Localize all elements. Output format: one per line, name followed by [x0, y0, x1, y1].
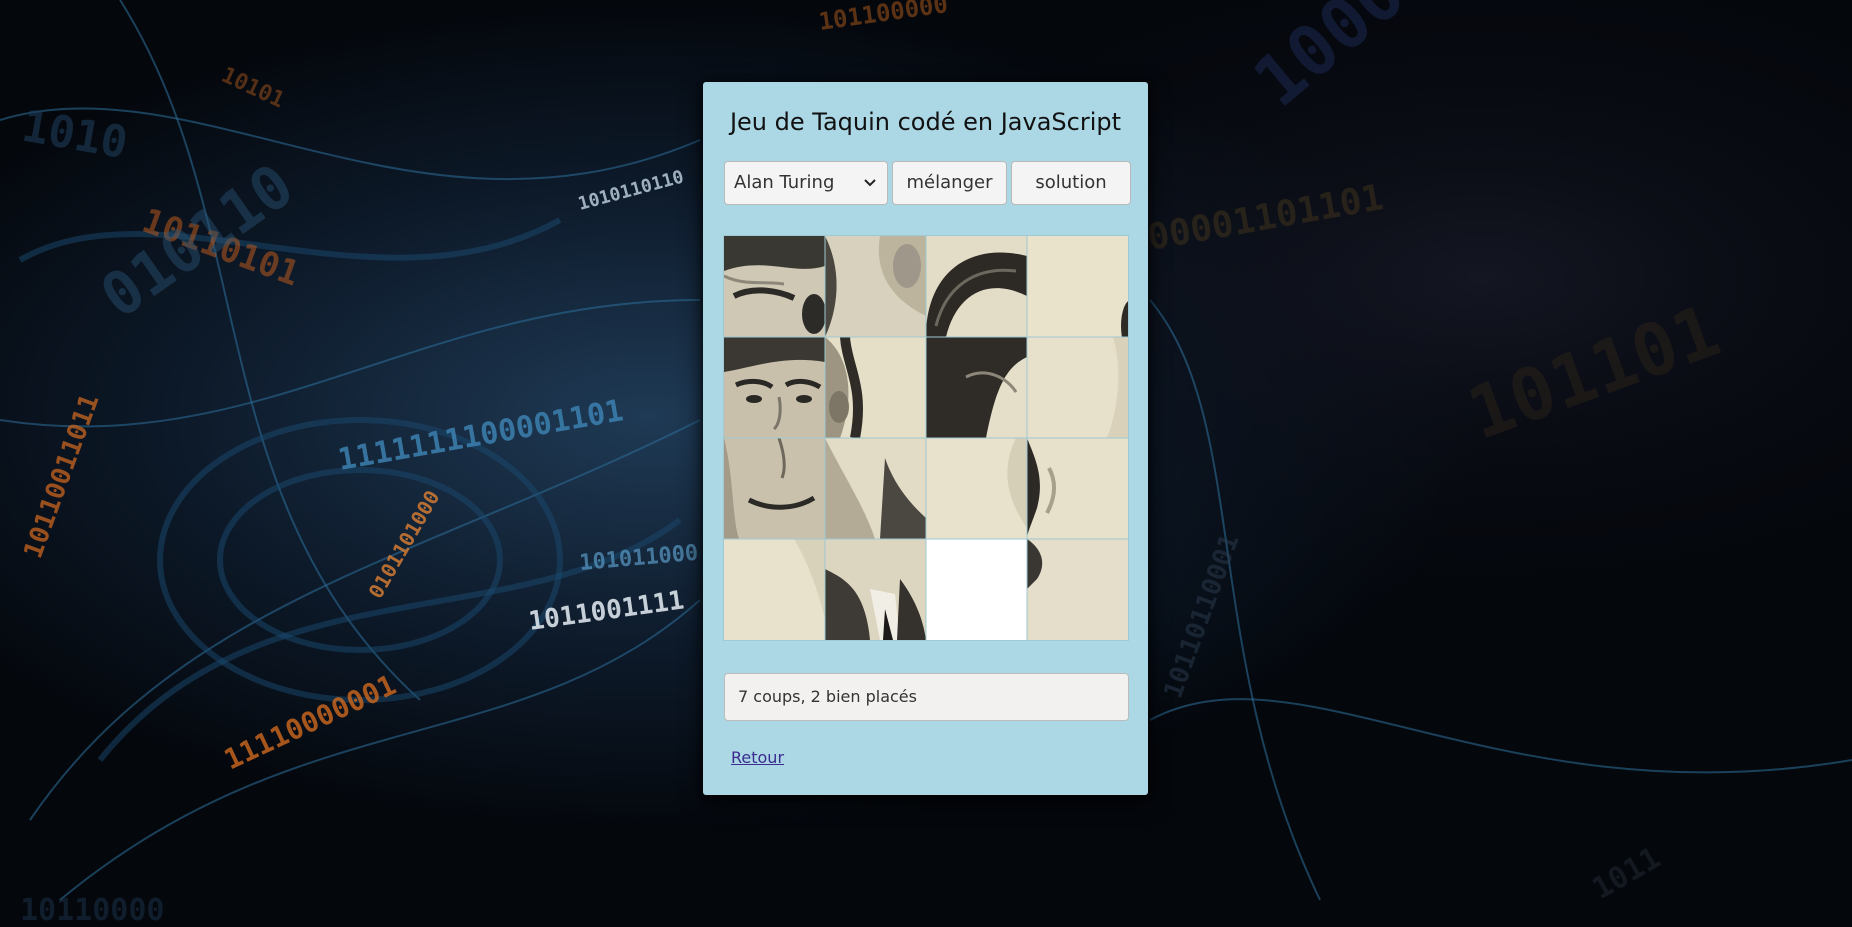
puzzle-tile[interactable] — [825, 337, 926, 438]
puzzle-tile[interactable] — [724, 539, 825, 640]
puzzle-tile[interactable] — [724, 337, 825, 438]
image-select-value: Alan Turing — [734, 172, 835, 193]
puzzle-tile[interactable] — [825, 438, 926, 539]
taquin-panel: Jeu de Taquin codé en JavaScript Alan Tu… — [703, 82, 1148, 795]
puzzle-tile[interactable] — [825, 236, 926, 337]
solution-button[interactable]: solution — [1011, 161, 1131, 205]
puzzle-tile[interactable] — [1027, 236, 1128, 337]
puzzle-tile[interactable] — [926, 438, 1027, 539]
puzzle-tile[interactable] — [825, 539, 926, 640]
chevron-down-icon — [863, 162, 877, 204]
puzzle-board — [723, 235, 1129, 641]
puzzle-tile[interactable] — [926, 236, 1027, 337]
move-status: 7 coups, 2 bien placés — [724, 673, 1129, 721]
puzzle-tile[interactable] — [1027, 539, 1128, 640]
empty-tile[interactable] — [926, 539, 1027, 640]
puzzle-tile[interactable] — [1027, 337, 1128, 438]
svg-text:10110000: 10110000 — [20, 893, 165, 927]
back-link[interactable]: Retour — [731, 748, 784, 767]
puzzle-tile[interactable] — [724, 236, 825, 337]
image-select[interactable]: Alan Turing — [724, 161, 888, 205]
page-title: Jeu de Taquin codé en JavaScript — [729, 108, 1122, 136]
shuffle-button[interactable]: mélanger — [892, 161, 1007, 205]
puzzle-tile[interactable] — [1027, 438, 1128, 539]
puzzle-tile[interactable] — [926, 337, 1027, 438]
puzzle-tile[interactable] — [724, 438, 825, 539]
